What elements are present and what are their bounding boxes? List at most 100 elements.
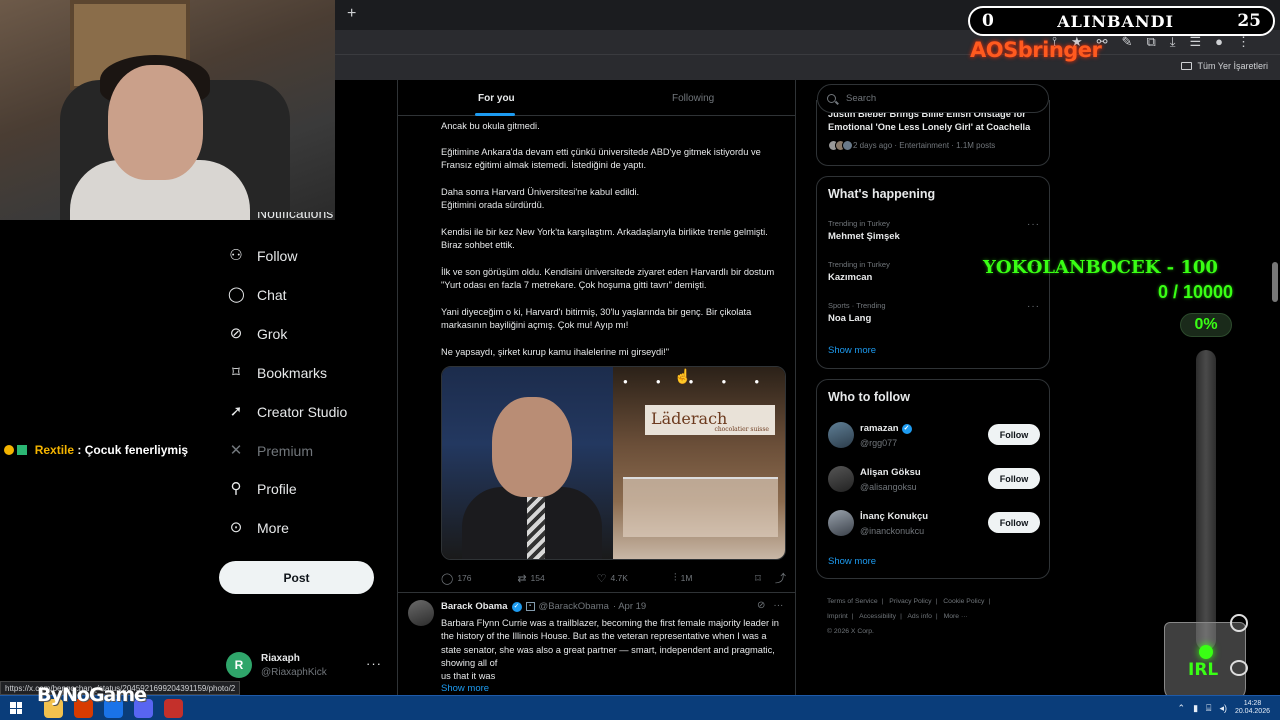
footer-link[interactable]: Terms of Service bbox=[827, 598, 878, 605]
news-meta-text: 2 days ago · Entertainment · 1.1M posts bbox=[853, 141, 996, 150]
follow-button[interactable]: Follow bbox=[988, 512, 1040, 533]
avatar[interactable] bbox=[828, 510, 854, 536]
reading-list-icon[interactable]: ☰ bbox=[1189, 34, 1201, 50]
nav-item-label: More bbox=[257, 520, 289, 536]
follow-suggestion[interactable]: İnanç Konukçu @inanckonukcu Follow bbox=[828, 508, 1040, 538]
like-button[interactable]: ♡ 4.7K bbox=[597, 572, 674, 585]
network-icon[interactable]: ⌸ bbox=[1206, 703, 1211, 714]
tweet-media[interactable]: ●●●●● Läderach chocolatier suisse bbox=[441, 366, 786, 560]
bynogame-logo: ByNoGame bbox=[37, 684, 147, 706]
bookmark-icon: ⌑ bbox=[755, 572, 761, 585]
follow-button[interactable]: Follow bbox=[988, 468, 1040, 489]
footer-link[interactable]: Cookie Policy bbox=[943, 598, 984, 605]
views-button[interactable]: ⫶ 1M bbox=[674, 572, 755, 585]
media-photo-person[interactable] bbox=[442, 367, 613, 559]
clock[interactable]: 14:28 20.04.2026 bbox=[1235, 700, 1270, 716]
avatar[interactable] bbox=[828, 466, 854, 492]
footer-link[interactable]: Imprint bbox=[827, 613, 848, 620]
follow-suggestion[interactable]: Alişan Göksu @alisangoksu Follow bbox=[828, 464, 1040, 494]
nav-item-follow[interactable]: ⚇ Follow bbox=[228, 247, 297, 265]
footer-link[interactable]: Accessibility bbox=[859, 613, 896, 620]
bookmark-tweet-button[interactable]: ⌑ bbox=[755, 572, 775, 585]
account-name: Riaxaph bbox=[261, 652, 300, 664]
tweet-author-handle[interactable]: @BarackObama bbox=[539, 601, 609, 612]
tweet-paragraph: Yani diyeceğim o ki, Harvard'ı bitirmiş,… bbox=[441, 307, 752, 331]
chat-bubble-icon bbox=[1230, 660, 1248, 676]
show-more-link[interactable]: Show more bbox=[441, 683, 489, 694]
more-icon[interactable]: ··· bbox=[1027, 301, 1040, 312]
x-logo-icon: ✕ bbox=[229, 442, 243, 459]
card-title: What's happening bbox=[828, 187, 936, 201]
nav-item-bookmarks[interactable]: ⌑ Bookmarks bbox=[228, 365, 327, 382]
tweet-paragraph: İlk ve son görüşüm oldu. Kendisini ünive… bbox=[441, 267, 775, 291]
follow-suggestion[interactable]: ramazan ✓ @rgg077 Follow bbox=[828, 420, 1040, 450]
volume-icon[interactable]: ◂) bbox=[1219, 703, 1227, 714]
nav-item-chat[interactable]: ◯ Chat bbox=[228, 287, 287, 304]
ban-counter: 0 ALINBANDI 25 bbox=[968, 6, 1275, 36]
show-more-link[interactable]: Show more bbox=[828, 345, 876, 356]
account-more-icon[interactable]: ··· bbox=[366, 656, 382, 671]
download-icon[interactable]: ⤓ bbox=[1170, 34, 1176, 50]
nav-item-more[interactable]: ⊙ More bbox=[228, 520, 289, 537]
profile-icon[interactable]: ● bbox=[1215, 34, 1223, 50]
nav-item-label: Profile bbox=[257, 481, 297, 497]
more-icon[interactable]: ··· bbox=[1027, 219, 1040, 230]
nav-item-creator-studio[interactable]: ➚ Creator Studio bbox=[228, 404, 348, 421]
account-switcher[interactable]: R Riaxaph @RiaxaphKick ··· bbox=[226, 648, 386, 682]
search-box[interactable] bbox=[817, 84, 1049, 113]
grok-icon[interactable]: ⊘ bbox=[757, 600, 765, 611]
nav-item-profile[interactable]: ⚲ Profile bbox=[228, 481, 297, 498]
bookmarks-bar: Tüm Yer İşaretleri bbox=[335, 54, 1280, 80]
clock-time: 14:28 bbox=[1243, 700, 1262, 707]
media-photo-store[interactable]: ●●●●● Läderach chocolatier suisse bbox=[613, 367, 785, 559]
all-bookmarks-button[interactable]: Tüm Yer İşaretleri bbox=[1181, 61, 1268, 71]
more-icon[interactable]: ··· bbox=[773, 600, 783, 611]
avatar[interactable] bbox=[408, 600, 434, 626]
search-input[interactable] bbox=[846, 93, 1026, 104]
nav-item-grok[interactable]: ⊘ Grok bbox=[228, 326, 288, 343]
tweet-tools: ⊘ ··· bbox=[757, 600, 783, 611]
suggestion-name: İnanç Konukçu bbox=[860, 511, 929, 522]
footer-link[interactable]: Privacy Policy bbox=[889, 598, 931, 605]
mouse-cursor-icon: ☝ bbox=[674, 368, 692, 384]
pen-icon[interactable]: ✎ bbox=[1122, 34, 1133, 50]
verified-badge-icon: ✓ bbox=[901, 423, 912, 434]
trend-context: Sports · Trending bbox=[828, 301, 886, 310]
footer-link[interactable]: Ads info bbox=[907, 613, 932, 620]
repost-button[interactable]: ⇄ 154 bbox=[517, 572, 596, 585]
chart-icon: ⫶ bbox=[673, 571, 677, 584]
avatar[interactable] bbox=[828, 422, 854, 448]
microphone-icon[interactable]: ▮ bbox=[1193, 703, 1198, 714]
tweet-paragraph: Kendisi ile bir kez New York'ta karşılaş… bbox=[441, 227, 768, 251]
show-more-link[interactable]: Show more bbox=[828, 556, 876, 567]
reply-button[interactable]: ◯ 176 bbox=[441, 572, 517, 585]
tweet-paragraph: Ne yapsaydı, şirket kurup kamu ihaleleri… bbox=[441, 347, 670, 357]
footer-link[interactable]: More ··· bbox=[944, 613, 968, 620]
avatar: R bbox=[226, 652, 252, 678]
counter-left-value: 0 bbox=[982, 11, 994, 31]
obs-icon[interactable] bbox=[164, 699, 183, 718]
tweet-paragraph: Eğitimine Ankara'da devam etti çünkü üni… bbox=[441, 147, 761, 171]
tweet-author-name[interactable]: Barack Obama bbox=[441, 601, 508, 612]
trend-name: Noa Lang bbox=[828, 313, 872, 324]
suggestion-handle: @rgg077 bbox=[860, 438, 898, 448]
tweet-date[interactable]: · Apr 19 bbox=[613, 601, 646, 612]
follow-button[interactable]: Follow bbox=[988, 424, 1040, 445]
new-tab-button[interactable]: + bbox=[347, 5, 356, 23]
post-button[interactable]: Post bbox=[219, 561, 374, 594]
windows-start-icon[interactable] bbox=[10, 702, 22, 714]
menu-icon[interactable]: ⋮ bbox=[1237, 34, 1250, 50]
timeline: For you Following Ancak bu okula gitmedi… bbox=[397, 80, 796, 695]
scrollbar-thumb[interactable] bbox=[1272, 262, 1278, 302]
like-count: 4.7K bbox=[610, 573, 628, 583]
person-plus-icon: ⚇ bbox=[229, 247, 243, 264]
share-button[interactable]: ⤴ bbox=[775, 570, 786, 586]
tab-for-you[interactable]: For you bbox=[478, 93, 515, 104]
trend-item[interactable]: Trending in Turkey Mehmet Şimşek ··· bbox=[828, 219, 1040, 242]
trend-item[interactable]: Sports · Trending Noa Lang ··· bbox=[828, 301, 1040, 324]
chevron-up-icon[interactable]: ⌃ bbox=[1178, 703, 1186, 714]
photo-lights: ●●●●● bbox=[623, 377, 786, 386]
extensions-icon[interactable]: ⧉ bbox=[1146, 34, 1155, 50]
tab-following[interactable]: Following bbox=[672, 93, 714, 104]
nav-item-premium[interactable]: ✕ Premium bbox=[228, 442, 313, 460]
